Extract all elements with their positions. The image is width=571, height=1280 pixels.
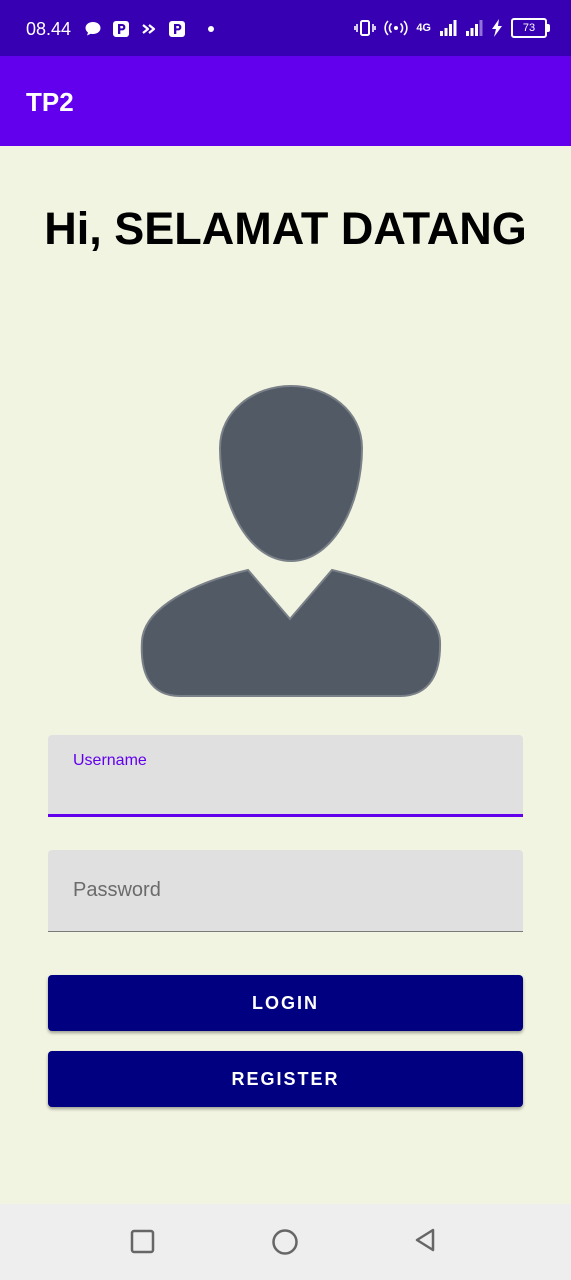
welcome-heading: Hi, SELAMAT DATANG (44, 203, 527, 254)
hotspot-icon (384, 20, 408, 36)
signal-icon-secondary (466, 20, 483, 36)
notification-icons (84, 18, 214, 40)
app-bar: TP2 (0, 56, 571, 146)
status-time: 08.44 (26, 19, 72, 39)
circle-home-icon[interactable] (269, 1226, 301, 1258)
charging-icon (492, 19, 502, 37)
password-field[interactable] (48, 850, 523, 932)
password-input[interactable] (48, 850, 523, 930)
p-app-icon (169, 21, 185, 37)
square-recents-icon[interactable] (127, 1226, 159, 1258)
register-button[interactable]: REGISTER (48, 1051, 523, 1107)
status-bar: 08.44 4G 73 (0, 0, 571, 56)
person-avatar-icon (140, 384, 442, 697)
navigation-bar (0, 1204, 571, 1280)
app-title: TP2 (26, 87, 74, 117)
battery-icon: 73 (511, 18, 550, 38)
p-app-icon (113, 21, 129, 37)
system-status-icons: 4G 73 (354, 16, 550, 40)
login-button[interactable]: LOGIN (48, 975, 523, 1031)
more-notifications-dot (208, 26, 214, 32)
username-input[interactable] (48, 764, 523, 814)
vibrate-icon (354, 20, 377, 36)
signal-icon (440, 20, 457, 36)
triangle-back-icon[interactable] (411, 1226, 443, 1258)
username-field[interactable]: Username (48, 735, 523, 817)
chat-bubble-icon (85, 22, 101, 36)
link-icon (142, 24, 156, 34)
network-type: 4G (416, 21, 431, 34)
